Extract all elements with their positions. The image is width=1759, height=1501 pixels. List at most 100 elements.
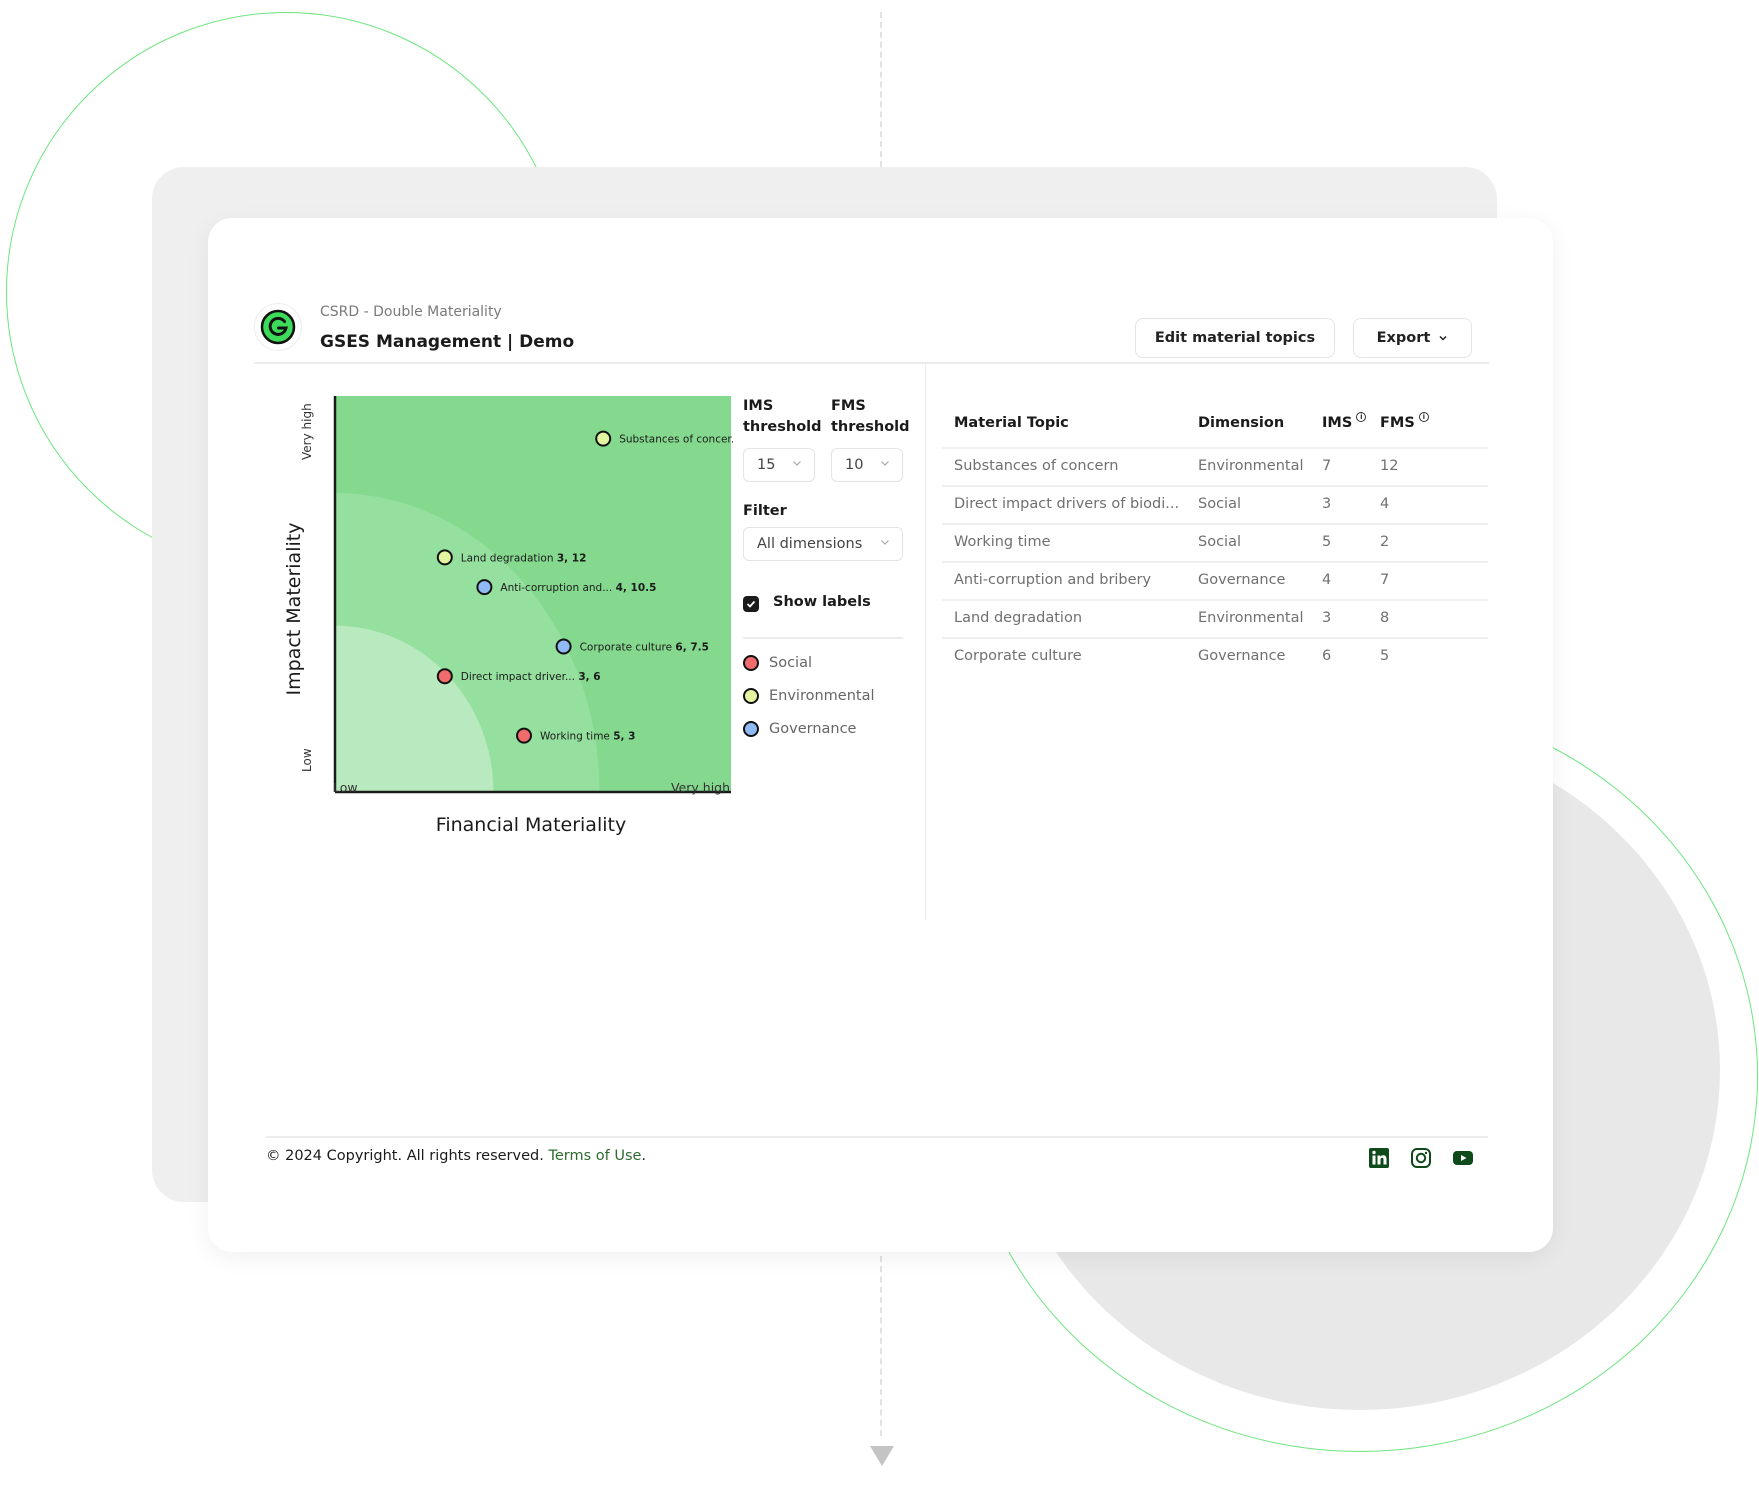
header-divider <box>254 362 1489 364</box>
filter-label: Filter <box>743 503 787 519</box>
point-label: Working time 5, 3 <box>540 731 636 743</box>
table-row[interactable]: Working time Social 5 2 <box>942 525 1488 563</box>
point-label: Land degradation 3, 12 <box>461 552 587 564</box>
matrix-plot: Substances of concer... 7, 18 Land degrad… <box>333 396 733 794</box>
legend-divider <box>743 637 903 639</box>
cell-fms: 5 <box>1380 648 1390 664</box>
x-axis-title: Financial Materiality <box>435 814 627 836</box>
legend-label: Social <box>769 655 812 671</box>
cell-topic: Direct impact drivers of biodi... <box>954 496 1180 512</box>
page-title: GSES Management | Demo <box>320 332 575 352</box>
data-point[interactable]: Anti-corruption and... 4, 10.5 <box>476 579 656 596</box>
table-row[interactable]: Substances of concern Environmental 7 12 <box>942 449 1488 487</box>
fms-threshold-value: 10 <box>845 457 864 473</box>
y-tick-low: Low <box>300 748 314 772</box>
terms-of-use-link[interactable]: Terms of Use <box>548 1148 641 1164</box>
export-button-label: Export <box>1376 330 1431 346</box>
legend-dot <box>743 721 759 737</box>
cell-fms: 8 <box>1380 610 1390 626</box>
checkmark-icon <box>746 600 756 608</box>
app-window: CSRD - Double Materiality GSES Managemen… <box>208 218 1553 1252</box>
cell-ims: 4 <box>1322 572 1332 588</box>
cell-ims: 7 <box>1322 458 1332 474</box>
data-point[interactable]: Land degradation 3, 12 <box>436 549 587 566</box>
linkedin-icon[interactable] <box>1368 1147 1390 1169</box>
cell-topic: Substances of concern <box>954 458 1119 474</box>
point-marker[interactable] <box>516 727 532 744</box>
cell-dimension: Environmental <box>1198 458 1304 474</box>
point-marker[interactable] <box>476 579 493 596</box>
table-row[interactable]: Direct impact drivers of biodi... Social 3… <box>942 487 1488 525</box>
point-value: 5, 3 <box>613 731 635 743</box>
point-value: 6, 7.5 <box>675 642 709 654</box>
g-logo-icon <box>254 303 302 351</box>
info-icon[interactable]: i <box>1356 412 1367 422</box>
point-label: Corporate culture 6, 7.5 <box>580 642 709 654</box>
y-tick-very-high: Very high <box>300 403 314 460</box>
show-labels-checkbox[interactable] <box>743 596 759 612</box>
cell-topic: Anti-corruption and bribery <box>954 572 1152 588</box>
cell-topic: Land degradation <box>954 610 1083 626</box>
legend-item-environmental: Environmental <box>743 688 875 704</box>
legend-dot <box>743 688 759 704</box>
arrow-down-icon <box>870 1446 894 1466</box>
table-row[interactable]: Corporate culture Governance 6 5 <box>942 639 1488 677</box>
dimension-filter-select[interactable]: All dimensions <box>743 527 903 561</box>
cell-dimension: Social <box>1198 496 1241 512</box>
point-value: 4, 10.5 <box>616 582 657 594</box>
chevron-down-icon <box>881 461 889 466</box>
column-header-topic[interactable]: Material Topic <box>954 415 1069 431</box>
page-header: CSRD - Double Materiality GSES Managemen… <box>254 296 1474 362</box>
cell-ims: 3 <box>1322 610 1332 626</box>
point-marker[interactable] <box>595 430 612 447</box>
column-header-ims[interactable]: IMS i <box>1322 412 1367 431</box>
show-labels-label[interactable]: Show labels <box>773 594 871 610</box>
cell-dimension: Governance <box>1198 648 1286 664</box>
column-header-dimension[interactable]: Dimension <box>1198 415 1284 431</box>
edit-material-topics-button[interactable]: Edit material topics <box>1135 318 1335 358</box>
breadcrumb: CSRD - Double Materiality <box>320 304 502 320</box>
point-marker[interactable] <box>436 668 453 685</box>
chevron-down-icon <box>1439 335 1447 341</box>
dimension-filter-value: All dimensions <box>757 536 863 552</box>
cell-dimension: Governance <box>1198 572 1286 588</box>
fms-threshold-select[interactable]: 10 <box>831 448 903 482</box>
point-label: Substances of concer... 7, 18 <box>619 434 733 446</box>
panel-divider <box>925 363 926 920</box>
table-row[interactable]: Anti-corruption and bribery Governance 4 7 <box>942 563 1488 601</box>
cell-dimension: Social <box>1198 534 1241 550</box>
instagram-icon[interactable] <box>1410 1147 1432 1169</box>
legend-item-social: Social <box>743 655 812 671</box>
y-axis-title: Impact Materiality <box>283 522 305 696</box>
cell-ims: 5 <box>1322 534 1332 550</box>
data-point[interactable]: Corporate culture 6, 7.5 <box>555 638 709 655</box>
legend-label: Environmental <box>769 688 875 704</box>
point-marker[interactable] <box>555 638 572 655</box>
point-label: Direct impact driver... 3, 6 <box>461 671 601 683</box>
legend-label: Governance <box>769 721 857 737</box>
ims-threshold-label: IMS threshold <box>743 398 822 435</box>
cell-dimension: Environmental <box>1198 610 1304 626</box>
youtube-icon[interactable] <box>1452 1147 1474 1169</box>
point-value: 3, 12 <box>557 552 587 564</box>
point-marker[interactable] <box>436 549 453 566</box>
point-label: Anti-corruption and... 4, 10.5 <box>500 582 656 594</box>
edit-button-label: Edit material topics <box>1154 330 1316 346</box>
copyright-text: © 2024 Copyright. All rights reserved. T… <box>266 1148 647 1164</box>
dashed-connector <box>880 1256 882 1436</box>
data-point[interactable]: Direct impact driver... 3, 6 <box>436 668 601 685</box>
cell-fms: 7 <box>1380 572 1390 588</box>
info-icon[interactable]: i <box>1418 412 1429 422</box>
point-value: 3, 6 <box>578 671 600 683</box>
cell-topic: Corporate culture <box>954 648 1082 664</box>
export-button[interactable]: Export <box>1353 318 1472 358</box>
column-header-fms[interactable]: FMS i <box>1380 412 1429 431</box>
chevron-down-icon <box>881 540 889 545</box>
table-header: Material Topic Dimension IMS i FMS i <box>942 388 1488 449</box>
x-tick-low: Low <box>333 780 358 795</box>
dashed-connector <box>880 12 882 167</box>
x-tick-very-high: Very high <box>671 780 731 795</box>
legend-dot <box>743 655 759 671</box>
table-row[interactable]: Land degradation Environmental 3 8 <box>942 601 1488 639</box>
ims-threshold-select[interactable]: 15 <box>743 448 815 482</box>
